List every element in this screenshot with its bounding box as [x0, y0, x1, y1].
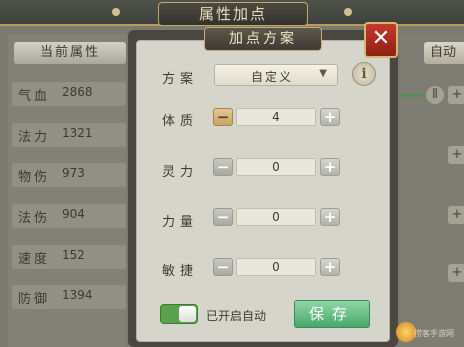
stat-row-phys-dmg: 物伤 973: [12, 163, 126, 187]
spirit-minus-button[interactable]: −: [213, 158, 233, 176]
info-icon[interactable]: i: [352, 62, 376, 86]
spirit-value: 0: [236, 158, 316, 176]
right-panel: [400, 34, 464, 347]
strength-value: 0: [236, 208, 316, 226]
stat-value: 1321: [62, 126, 93, 140]
bg-plus-icon[interactable]: +: [448, 86, 464, 104]
decor-stud-icon: [344, 8, 352, 16]
dialog-title: 加点方案: [204, 27, 322, 51]
current-stats-header: 当前属性: [14, 42, 126, 64]
scheme-value: 自定义: [251, 70, 294, 84]
window-title: 属性加点: [158, 2, 308, 26]
scheme-label: 方案: [162, 72, 199, 87]
stat-row-mp: 法力 1321: [12, 123, 126, 147]
stat-value: 2868: [62, 85, 93, 99]
stat-row-defense: 防御 1394: [12, 285, 126, 309]
attr-label-spirit: 灵力: [162, 165, 199, 180]
slider-handle[interactable]: ⦀: [426, 86, 444, 104]
agility-plus-button[interactable]: +: [320, 258, 340, 276]
agility-value: 0: [236, 258, 316, 276]
close-button[interactable]: ✕: [364, 22, 398, 58]
save-button[interactable]: 保存: [294, 300, 370, 328]
stat-name: 防御: [18, 292, 51, 307]
spirit-plus-button[interactable]: +: [320, 158, 340, 176]
attr-label-agility: 敏捷: [162, 264, 199, 279]
constitution-value: 4: [236, 108, 316, 126]
stat-value: 973: [62, 166, 85, 180]
site-watermark: 捞客手游网: [396, 322, 464, 344]
stat-name: 物伤: [18, 170, 51, 185]
bg-plus-icon[interactable]: +: [448, 264, 464, 282]
auto-toggle-label: 已开启自动: [206, 309, 267, 323]
scheme-dropdown[interactable]: 自定义 ▼: [214, 64, 338, 86]
strength-minus-button[interactable]: −: [213, 208, 233, 226]
constitution-minus-button[interactable]: −: [213, 108, 233, 126]
stat-value: 904: [62, 207, 85, 221]
attr-label-strength: 力量: [162, 215, 199, 230]
stat-name: 速度: [18, 252, 51, 267]
watermark-logo-icon: [396, 322, 416, 342]
stat-row-magic-dmg: 法伤 904: [12, 204, 126, 228]
attr-label-constitution: 体质: [162, 114, 199, 129]
stat-value: 1394: [62, 288, 93, 302]
stat-name: 法力: [18, 130, 51, 145]
auto-toggle[interactable]: [160, 304, 198, 324]
bg-plus-icon[interactable]: +: [448, 206, 464, 224]
constitution-plus-button[interactable]: +: [320, 108, 340, 126]
auto-allocate-button[interactable]: 自动: [424, 42, 464, 64]
toggle-knob: [179, 306, 196, 322]
stat-name: 气血: [18, 89, 51, 104]
stat-value: 152: [62, 248, 85, 262]
chevron-down-icon: ▼: [319, 68, 327, 79]
watermark-text: 捞客手游网: [414, 329, 454, 338]
bg-plus-icon[interactable]: +: [448, 146, 464, 164]
strength-plus-button[interactable]: +: [320, 208, 340, 226]
agility-minus-button[interactable]: −: [213, 258, 233, 276]
decor-stud-icon: [112, 8, 120, 16]
stat-name: 法伤: [18, 211, 51, 226]
stat-row-hp: 气血 2868: [12, 82, 126, 106]
stat-row-speed: 速度 152: [12, 245, 126, 269]
